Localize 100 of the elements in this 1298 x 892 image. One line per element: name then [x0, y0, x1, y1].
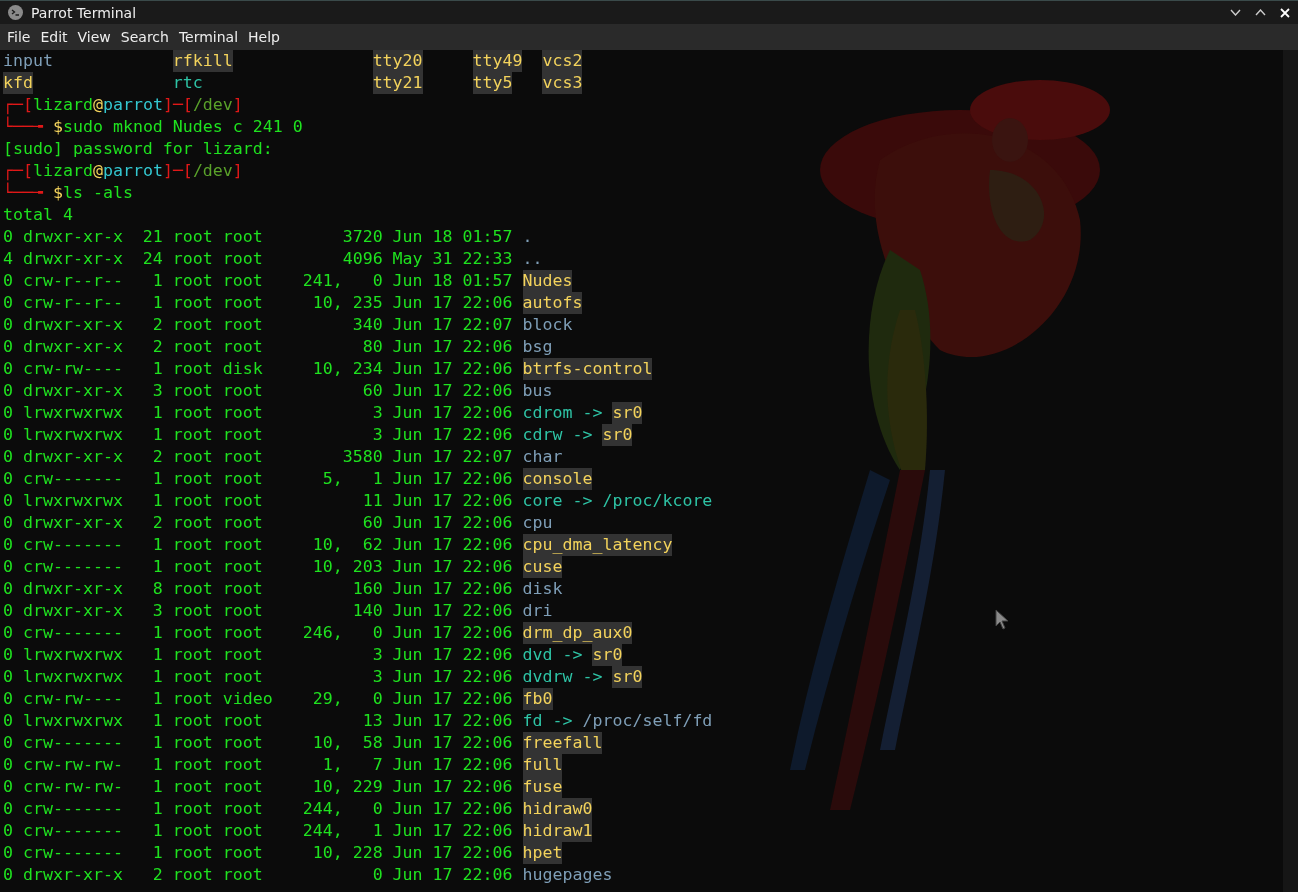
file-name: tty5 [472, 72, 513, 94]
terminal-icon [8, 5, 23, 20]
link-arrow: -> [552, 710, 573, 732]
file-name: disk [522, 578, 563, 600]
file-name: cdrom [522, 402, 573, 424]
file-name: tty20 [372, 50, 423, 72]
file-name: rfkill [172, 50, 233, 72]
file-details: 0 crw------- 1 root root 5, 1 Jun 17 22:06 [3, 468, 513, 490]
file-details: 0 drwxr-xr-x 8 root root 160 Jun 17 22:06 [3, 578, 513, 600]
maximize-icon[interactable] [1255, 9, 1266, 16]
file-name: full [522, 754, 563, 776]
file-details: 0 lrwxrwxrwx 1 root root 3 Jun 17 22:06 [3, 644, 513, 666]
file-details: 0 drwxr-xr-x 3 root root 60 Jun 17 22:06 [3, 380, 513, 402]
prompt-frame: ┌─[ [3, 160, 33, 182]
file-name: hugepages [522, 864, 613, 886]
file-details: 0 crw-r--r-- 1 root root 10, 235 Jun 17 22:06 [3, 292, 513, 314]
file-name: cpu [522, 512, 553, 534]
file-details: 0 crw-rw---- 1 root video 29, 0 Jun 17 22:06 [3, 688, 513, 710]
prompt-symbol: $ [52, 116, 63, 138]
file-name: hidraw0 [522, 798, 593, 820]
file-name: tty49 [472, 50, 523, 72]
link-target: sr0 [612, 402, 643, 424]
prompt-path: /dev [192, 94, 233, 116]
link-arrow: -> [582, 666, 603, 688]
file-name: block [522, 314, 573, 336]
window-title: Parrot Terminal [31, 4, 138, 21]
file-details: 0 crw-rw-rw- 1 root root 1, 7 Jun 17 22:06 [3, 754, 513, 776]
file-name: fb0 [522, 688, 553, 710]
minimize-icon[interactable] [1230, 9, 1241, 16]
file-details: 0 lrwxrwxrwx 1 root root 3 Jun 17 22:06 [3, 666, 513, 688]
file-name: cuse [522, 556, 563, 578]
file-name: hidraw1 [522, 820, 593, 842]
file-name: tty21 [372, 72, 423, 94]
menu-item[interactable]: View [72, 26, 116, 48]
file-details: 0 crw-rw-rw- 1 root root 10, 229 Jun 17 22:06 [3, 776, 513, 798]
file-details: 0 crw------- 1 root root 10, 62 Jun 17 22:06 [3, 534, 513, 556]
file-name: dri [522, 600, 553, 622]
mouse-pointer-icon [995, 609, 1009, 630]
prompt-frame: ] [232, 160, 243, 182]
scrollbar[interactable] [1283, 50, 1298, 892]
file-name: drm_dp_aux0 [522, 622, 633, 644]
file-name: btrfs-control [522, 358, 653, 380]
file-details: 0 crw------- 1 root root 10, 203 Jun 17 22:06 [3, 556, 513, 578]
file-details: 0 drwxr-xr-x 3 root root 140 Jun 17 22:06 [3, 600, 513, 622]
file-name: console [522, 468, 593, 490]
prompt-frame: ]─[ [162, 160, 193, 182]
file-name: input [3, 50, 53, 72]
prompt-at: @ [92, 160, 103, 182]
prompt-frame: ┌─[ [3, 94, 33, 116]
file-details: 0 drwxr-xr-x 2 root root 0 Jun 17 22:06 [3, 864, 513, 886]
file-details: 0 drwxr-xr-x 21 root root 3720 Jun 18 01:57 [3, 226, 513, 248]
menu-item[interactable]: Terminal [173, 26, 244, 48]
file-name: autofs [522, 292, 583, 314]
file-name: vcs3 [542, 72, 583, 94]
prompt-user: lizard [33, 160, 93, 182]
file-name: dvdrw [522, 666, 573, 688]
file-details: 0 drwxr-xr-x 2 root root 60 Jun 17 22:06 [3, 512, 513, 534]
file-details: 0 drwxr-xr-x 2 root root 3580 Jun 17 22:07 [3, 446, 513, 468]
file-details: 0 lrwxrwxrwx 1 root root 13 Jun 17 22:06 [3, 710, 513, 732]
file-name: . [522, 226, 533, 248]
file-name: vcs2 [542, 50, 583, 72]
file-name: kfd [3, 72, 33, 94]
menu-item[interactable]: File [2, 26, 36, 48]
file-details: 0 crw------- 1 root root 244, 1 Jun 17 22:06 [3, 820, 513, 842]
file-details: 0 lrwxrwxrwx 1 root root 11 Jun 17 22:06 [3, 490, 513, 512]
link-arrow: -> [562, 644, 583, 666]
menu-item[interactable]: Search [115, 26, 174, 48]
link-arrow: -> [582, 402, 603, 424]
file-details: 4 drwxr-xr-x 24 root root 4096 May 31 22:33 [3, 248, 513, 270]
file-name: cdrw [522, 424, 563, 446]
command-text: sudo mknod Nudes c 241 0 [62, 116, 303, 138]
file-name: fd [522, 710, 543, 732]
menu-item[interactable]: Edit [35, 26, 73, 48]
link-arrow: -> [572, 490, 593, 512]
close-icon[interactable] [1280, 7, 1290, 18]
prompt-symbol: $ [52, 182, 63, 204]
file-details: 0 lrwxrwxrwx 1 root root 3 Jun 17 22:06 [3, 424, 513, 446]
link-arrow: -> [572, 424, 593, 446]
file-name: dvd [522, 644, 553, 666]
link-target: sr0 [612, 666, 643, 688]
file-name: .. [522, 248, 543, 270]
file-details: 0 crw-r--r-- 1 root root 241, 0 Jun 18 01:57 [3, 270, 513, 292]
menu-item[interactable]: Help [243, 26, 285, 48]
link-target: sr0 [602, 424, 633, 446]
file-details: 0 crw------- 1 root root 10, 58 Jun 17 22:06 [3, 732, 513, 754]
output-text: [sudo] password for lizard: [3, 138, 273, 160]
file-details: 0 drwxr-xr-x 2 root root 80 Jun 17 22:06 [3, 336, 513, 358]
prompt-frame: ]─[ [162, 94, 193, 116]
file-name: fuse [522, 776, 563, 798]
prompt-host: parrot [102, 94, 163, 116]
link-target: /proc/kcore [602, 490, 713, 512]
command-text: ls -als [62, 182, 133, 204]
file-name: Nudes [522, 270, 573, 292]
prompt-path: /dev [192, 160, 233, 182]
output-text: total 4 [3, 204, 73, 226]
file-name: rtc [172, 72, 203, 94]
prompt-user: lizard [33, 94, 93, 116]
prompt-frame: └──╼ [3, 116, 53, 138]
prompt-frame: ] [232, 94, 243, 116]
file-details: 0 lrwxrwxrwx 1 root root 3 Jun 17 22:06 [3, 402, 513, 424]
